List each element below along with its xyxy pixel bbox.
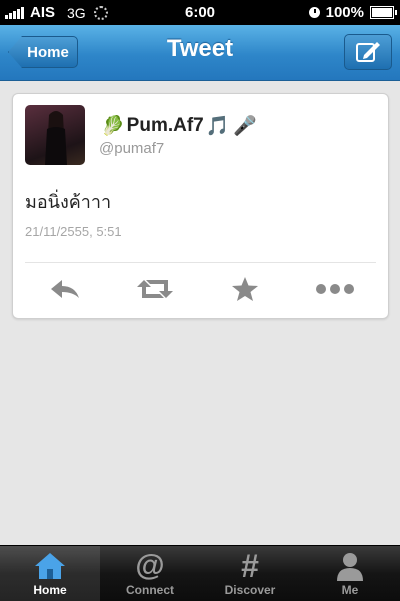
navigation-bar: Home Tweet — [0, 25, 400, 81]
more-button[interactable] — [313, 274, 357, 304]
home-icon — [35, 553, 65, 579]
compose-button[interactable] — [344, 34, 392, 70]
status-bar: AIS 3G 6:00 100% — [0, 0, 400, 25]
display-name-text: Pum.Af7 — [126, 115, 204, 136]
tab-discover[interactable]: # Discover — [200, 546, 300, 601]
retweet-icon — [137, 280, 173, 298]
divider — [25, 262, 376, 263]
at-icon: @ — [135, 549, 165, 582]
microphone-icon: 🎤 — [233, 116, 258, 137]
favorite-icon — [232, 277, 258, 301]
battery-percent: 100% — [325, 4, 364, 21]
leaf-emoji-icon: 🥬 — [101, 116, 125, 137]
tab-me-label: Me — [341, 583, 359, 597]
tab-connect[interactable]: @ Connect — [100, 546, 200, 601]
username[interactable]: @pumaf7 — [99, 140, 164, 157]
more-icon — [316, 284, 354, 294]
tab-bar: Home @ Connect # Discover Me — [0, 545, 400, 601]
tab-home[interactable]: Home — [0, 546, 100, 601]
tab-connect-label: Connect — [126, 583, 174, 597]
tab-discover-label: Discover — [224, 583, 276, 597]
reply-button[interactable] — [43, 274, 87, 304]
avatar-photo-icon — [45, 111, 67, 165]
alarm-clock-icon — [308, 7, 320, 18]
battery-icon — [370, 6, 397, 19]
favorite-button[interactable] — [223, 274, 267, 304]
compose-icon — [356, 42, 380, 62]
tweet-actions — [13, 272, 388, 308]
display-name[interactable]: 🥬 Pum.Af7 🎵 🎤 — [99, 114, 259, 138]
avatar[interactable] — [25, 105, 85, 165]
tweet-card: 🥬 Pum.Af7 🎵 🎤 @pumaf7 มอนิ่งค้าาา 21/11/… — [12, 93, 389, 319]
person-icon — [337, 553, 363, 581]
hash-icon: # — [241, 547, 259, 584]
tab-home-label: Home — [33, 583, 67, 597]
reply-icon — [51, 280, 79, 298]
tab-me[interactable]: Me — [300, 546, 400, 601]
page-title: Tweet — [166, 35, 234, 62]
music-note-icon: 🎵 — [205, 116, 230, 137]
retweet-button[interactable] — [133, 274, 177, 304]
tweet-text: มอนิ่งค้าาา — [25, 192, 112, 212]
tweet-timestamp: 21/11/2555, 5:51 — [25, 224, 122, 239]
